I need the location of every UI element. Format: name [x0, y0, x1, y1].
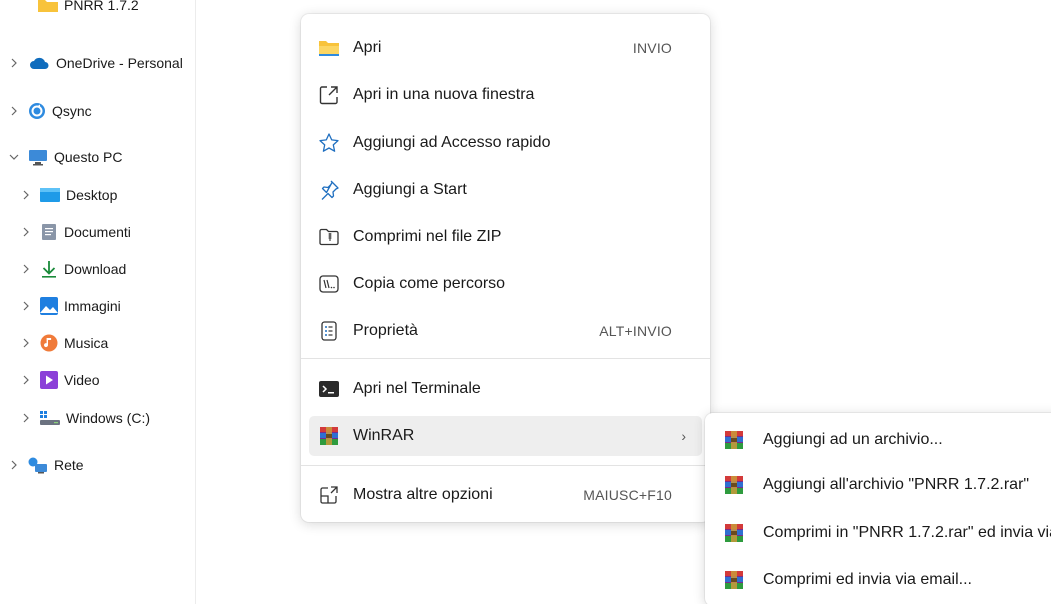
nav-item-label: Questo PC	[54, 149, 123, 165]
documents-icon	[42, 224, 56, 240]
shortcut-text: INVIO	[632, 40, 672, 56]
submenu-item-label: Comprimi in "PNRR 1.7.2.rar" ed invia vi…	[763, 524, 1051, 541]
submenu-item-label: Aggiungi ad un archivio...	[763, 431, 943, 448]
menu-item-label: Proprietà	[353, 322, 418, 339]
menu-item-label: Comprimi nel file ZIP	[353, 228, 502, 245]
chevron-right-icon[interactable]	[20, 263, 32, 275]
chevron-right-icon[interactable]	[20, 226, 32, 238]
qsync-icon	[29, 103, 45, 119]
network-icon	[28, 457, 47, 474]
winrar-icon	[725, 431, 743, 449]
nav-item-label: PNRR 1.7.2	[64, 0, 139, 13]
winrar-icon	[725, 571, 743, 589]
onedrive-cloud-icon	[30, 57, 49, 69]
nav-item-video[interactable]: Video	[20, 367, 100, 393]
file-explorer-window: PNRR 1.7.2 OneDrive - Personal Qsync Que…	[0, 0, 1051, 604]
winrar-icon	[320, 427, 338, 445]
pin-icon	[321, 180, 339, 200]
nav-item-immagini[interactable]: Immagini	[20, 293, 121, 319]
nav-item-onedrive[interactable]: OneDrive - Personal	[8, 50, 183, 76]
submenu-item-label: Aggiungi all'archivio "PNRR 1.7.2.rar"	[763, 476, 1030, 493]
nav-item-questo-pc[interactable]: Questo PC	[8, 144, 122, 170]
nav-item-label: Desktop	[66, 187, 118, 203]
nav-item-musica[interactable]: Musica	[20, 330, 108, 356]
desktop-folder-icon	[40, 188, 60, 202]
menu-item-proprieta[interactable]: Proprietà ALT+INVIO	[309, 311, 702, 351]
nav-item-windows-c[interactable]: Windows (C:)	[20, 405, 150, 431]
nav-item-label: Documenti	[64, 224, 131, 240]
winrar-icon	[725, 476, 743, 494]
copy-path-icon	[319, 275, 339, 293]
music-icon	[40, 334, 58, 352]
nav-item-qsync[interactable]: Qsync	[8, 98, 92, 124]
menu-item-label: Copia come percorso	[353, 275, 506, 292]
menu-item-label: WinRAR	[353, 427, 415, 444]
nav-item-documenti[interactable]: Documenti	[20, 219, 131, 245]
chevron-right-icon[interactable]	[8, 459, 20, 471]
menu-item-aggiungi-start[interactable]: Aggiungi a Start	[309, 170, 702, 210]
shortcut-text: MAIUSC+F10	[583, 487, 672, 503]
nav-item-label: Musica	[64, 335, 109, 351]
menu-item-copia-percorso[interactable]: Copia come percorso	[309, 264, 702, 304]
nav-item-pnrr-folder[interactable]: PNRR 1.7.2	[38, 0, 139, 18]
nav-item-desktop[interactable]: Desktop	[20, 182, 117, 208]
winrar-submenu: Aggiungi ad un archivio... Aggiungi all'…	[705, 413, 1051, 604]
navigation-pane: PNRR 1.7.2 OneDrive - Personal Qsync Que…	[0, 0, 196, 604]
open-new-window-icon	[319, 86, 338, 105]
video-icon	[40, 371, 58, 389]
pictures-icon	[40, 297, 58, 315]
nav-item-label: Windows (C:)	[66, 410, 151, 426]
menu-separator	[301, 465, 710, 466]
computer-icon	[29, 150, 47, 166]
menu-item-apri[interactable]: Apri INVIO	[309, 28, 702, 68]
shortcut-text: ALT+INVIO	[599, 323, 672, 339]
submenu-item-aggiungi-pnrr-rar[interactable]: Aggiungi all'archivio "PNRR 1.7.2.rar"	[705, 463, 1051, 507]
submenu-item-label: Comprimi ed invia via email...	[763, 571, 972, 588]
nav-item-label: Immagini	[64, 298, 121, 314]
submenu-item-comprimi-invia-pnrr[interactable]: Comprimi in "PNRR 1.7.2.rar" ed invia vi…	[705, 511, 1051, 555]
zip-icon	[319, 228, 339, 246]
chevron-right-icon[interactable]	[20, 300, 32, 312]
nav-item-rete[interactable]: Rete	[8, 452, 84, 478]
submenu-item-comprimi-invia-email[interactable]: Comprimi ed invia via email...	[705, 558, 1051, 602]
menu-item-label: Apri nel Terminale	[353, 380, 481, 397]
chevron-right-icon[interactable]	[20, 412, 32, 424]
nav-item-download[interactable]: Download	[20, 256, 126, 282]
nav-item-label: Video	[64, 372, 100, 388]
properties-icon	[321, 321, 337, 341]
chevron-down-icon[interactable]	[8, 151, 20, 163]
nav-item-label: Rete	[54, 457, 84, 473]
chevron-right-icon[interactable]	[8, 105, 20, 117]
menu-item-winrar[interactable]: WinRAR ›	[309, 416, 702, 456]
menu-item-comprimi-zip[interactable]: Comprimi nel file ZIP	[309, 217, 702, 257]
menu-item-apri-terminale[interactable]: Apri nel Terminale	[309, 369, 702, 409]
menu-item-label: Aggiungi a Start	[353, 181, 467, 198]
nav-item-label: OneDrive - Personal	[56, 55, 183, 71]
more-options-icon	[320, 486, 338, 504]
menu-item-label: Apri	[353, 39, 382, 56]
nav-item-label: Download	[64, 261, 127, 277]
chevron-right-icon: ›	[681, 428, 686, 444]
drive-icon	[40, 411, 60, 425]
star-icon	[319, 133, 339, 152]
chevron-right-icon[interactable]	[8, 57, 20, 69]
terminal-icon	[319, 381, 339, 397]
menu-item-apri-nuova-finestra[interactable]: Apri in una nuova finestra	[309, 75, 702, 115]
folder-icon	[38, 0, 58, 12]
menu-separator	[301, 358, 710, 359]
folder-icon	[319, 41, 339, 56]
chevron-right-icon[interactable]	[20, 189, 32, 201]
download-arrow-icon	[42, 261, 56, 278]
menu-item-accesso-rapido[interactable]: Aggiungi ad Accesso rapido	[309, 123, 702, 163]
context-menu: Apri INVIO Apri in una nuova finestra Ag…	[301, 14, 710, 522]
menu-item-label: Mostra altre opzioni	[353, 486, 493, 503]
menu-item-mostra-altre-opzioni[interactable]: Mostra altre opzioni MAIUSC+F10	[309, 475, 702, 515]
menu-item-label: Apri in una nuova finestra	[353, 86, 535, 103]
menu-item-label: Aggiungi ad Accesso rapido	[353, 134, 551, 151]
winrar-icon	[725, 524, 743, 542]
submenu-item-aggiungi-archivio[interactable]: Aggiungi ad un archivio...	[705, 418, 1051, 462]
chevron-right-icon[interactable]	[20, 374, 32, 386]
chevron-right-icon[interactable]	[20, 337, 32, 349]
nav-item-label: Qsync	[52, 103, 92, 119]
